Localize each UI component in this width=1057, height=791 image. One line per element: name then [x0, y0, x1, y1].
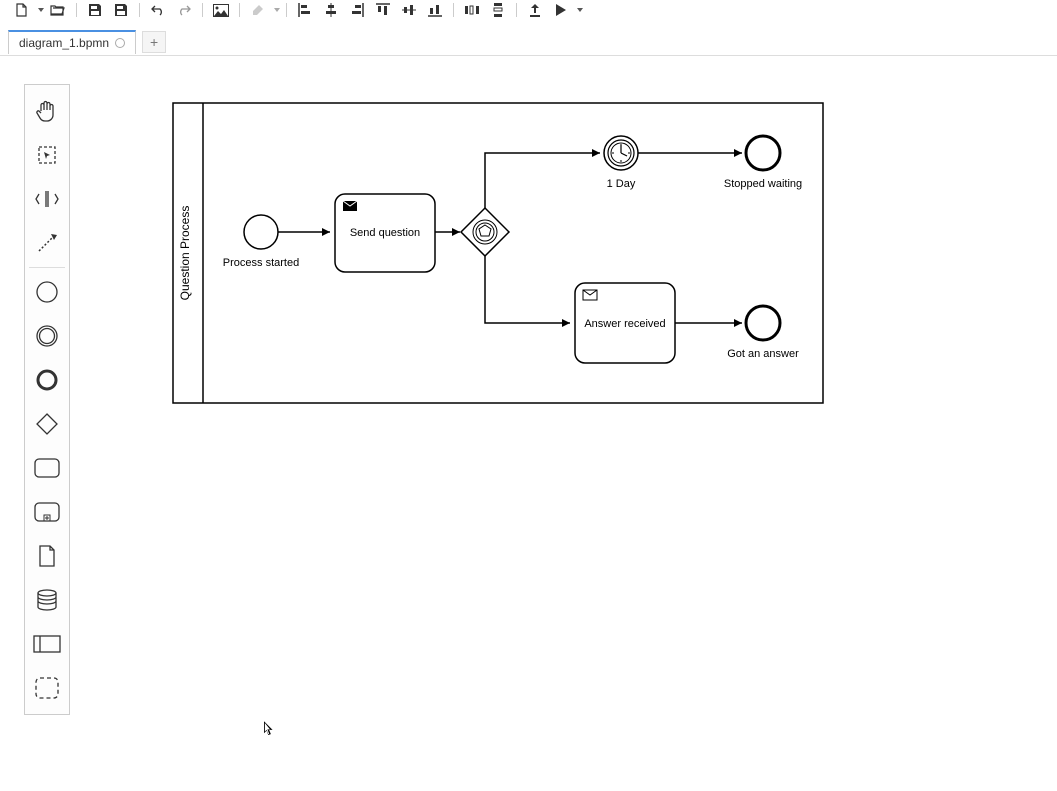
- undo-button[interactable]: [146, 1, 170, 19]
- toolbar-separator: [239, 3, 240, 17]
- timer-label: 1 Day: [607, 178, 636, 190]
- align-left-button[interactable]: [293, 1, 317, 19]
- save-button[interactable]: [83, 1, 107, 19]
- toolbar-separator: [202, 3, 203, 17]
- tab-diagram-1[interactable]: diagram_1.bpmn: [8, 30, 136, 54]
- distribute-v-button[interactable]: [486, 1, 510, 19]
- cursor-pointer-icon: [264, 721, 276, 737]
- tab-bar: diagram_1.bpmn +: [0, 28, 1057, 56]
- image-button[interactable]: [209, 1, 233, 19]
- align-center-h-button[interactable]: [319, 1, 343, 19]
- align-top-button[interactable]: [371, 1, 395, 19]
- tab-close-icon[interactable]: [115, 38, 125, 48]
- align-middle-button[interactable]: [397, 1, 421, 19]
- play-dropdown[interactable]: [577, 8, 583, 12]
- open-button[interactable]: [46, 1, 70, 19]
- end-answer-label: Got an answer: [727, 348, 799, 360]
- bpmn-receive-task[interactable]: Answer received: [575, 283, 675, 363]
- lane-label: Question Process: [178, 206, 192, 301]
- paint-dropdown[interactable]: [274, 8, 280, 12]
- toolbar-separator: [516, 3, 517, 17]
- bpmn-pool[interactable]: Question Process: [173, 103, 823, 403]
- bpmn-timer-event[interactable]: 1 Day: [604, 136, 638, 190]
- toolbar-separator: [286, 3, 287, 17]
- new-file-button[interactable]: [10, 1, 34, 19]
- receive-task-label: Answer received: [584, 318, 665, 330]
- send-task-label: Send question: [350, 227, 420, 239]
- diagram-canvas[interactable]: Question Process Process started Send qu…: [0, 56, 1057, 791]
- toolbar-separator: [453, 3, 454, 17]
- main-toolbar: [0, 0, 1057, 20]
- play-button[interactable]: [549, 1, 573, 19]
- align-bottom-button[interactable]: [423, 1, 447, 19]
- save-as-button[interactable]: [109, 1, 133, 19]
- toolbar-separator: [139, 3, 140, 17]
- end-stopped-label: Stopped waiting: [724, 178, 802, 190]
- tab-label: diagram_1.bpmn: [19, 36, 109, 50]
- workspace: Question Process Process started Send qu…: [0, 56, 1057, 791]
- toolbar-separator: [76, 3, 77, 17]
- redo-button[interactable]: [172, 1, 196, 19]
- add-tab-button[interactable]: +: [142, 31, 166, 53]
- paint-button[interactable]: [246, 1, 270, 19]
- new-file-dropdown[interactable]: [38, 8, 44, 12]
- upload-button[interactable]: [523, 1, 547, 19]
- start-event-label: Process started: [223, 257, 299, 269]
- distribute-h-button[interactable]: [460, 1, 484, 19]
- bpmn-send-task[interactable]: Send question: [335, 194, 435, 272]
- align-right-button[interactable]: [345, 1, 369, 19]
